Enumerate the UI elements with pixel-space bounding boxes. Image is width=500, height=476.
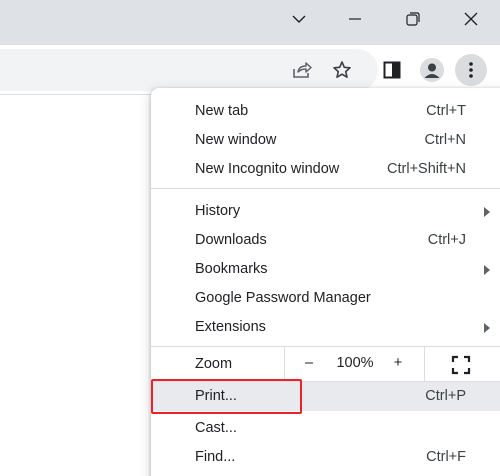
menu-item-shortcut: Ctrl+T xyxy=(426,103,466,119)
zoom-control: – 100% + xyxy=(284,347,425,381)
profile-button[interactable] xyxy=(416,54,448,86)
menu-item-shortcut: Ctrl+P xyxy=(425,388,466,404)
menu-item-shortcut: Ctrl+N xyxy=(424,132,467,148)
menu-item-extensions[interactable]: Extensions xyxy=(151,313,500,342)
menu-item-label: Cast... xyxy=(195,420,237,436)
menu-item-shortcut: Ctrl+J xyxy=(427,232,466,248)
more-menu-button[interactable] xyxy=(455,54,487,86)
menu-item-label: Downloads xyxy=(195,232,267,248)
bookmark-button[interactable] xyxy=(326,54,358,86)
menu-item-label: History xyxy=(195,203,241,219)
menu-item-label: Google Password Manager xyxy=(195,290,371,306)
side-panel-button[interactable] xyxy=(376,54,408,86)
bookmark-star-icon xyxy=(332,60,352,80)
fullscreen-button[interactable] xyxy=(451,355,471,375)
minimize-icon xyxy=(349,18,361,20)
menu-separator xyxy=(151,188,500,189)
menu-item-new-incognito-window[interactable]: New Incognito window Ctrl+Shift+N xyxy=(151,155,500,184)
address-bar[interactable] xyxy=(0,49,378,91)
menu-item-label: Bookmarks xyxy=(195,261,268,277)
menu-item-bookmarks[interactable]: Bookmarks xyxy=(151,255,500,284)
chevron-down-icon xyxy=(292,15,306,24)
zoom-level: 100% xyxy=(336,355,374,371)
zoom-in-button[interactable]: + xyxy=(390,355,406,371)
menu-item-history[interactable]: History xyxy=(151,197,500,226)
tab-search-button[interactable] xyxy=(271,0,327,38)
menu-item-shortcut: Ctrl+F xyxy=(426,449,466,465)
menu-item-label: Find... xyxy=(195,449,236,465)
zoom-out-button[interactable]: – xyxy=(301,355,317,371)
submenu-arrow-icon xyxy=(484,207,490,217)
fullscreen-icon xyxy=(451,355,471,379)
restore-icon xyxy=(406,12,420,26)
submenu-arrow-icon xyxy=(484,265,490,275)
menu-item-shortcut: Ctrl+Shift+N xyxy=(387,161,466,177)
restore-button[interactable] xyxy=(385,0,441,38)
menu-item-password-manager[interactable]: Google Password Manager xyxy=(151,284,500,313)
minimize-button[interactable] xyxy=(327,0,383,38)
highlight-box xyxy=(151,379,302,414)
side-panel-icon xyxy=(383,61,401,79)
menu-item-new-tab[interactable]: New tab Ctrl+T xyxy=(151,97,500,126)
profile-icon xyxy=(420,58,444,82)
menu-item-label: Extensions xyxy=(195,319,266,335)
submenu-arrow-icon xyxy=(484,323,490,333)
menu-item-downloads[interactable]: Downloads Ctrl+J xyxy=(151,226,500,255)
menu-item-label: New tab xyxy=(195,103,249,119)
menu-item-new-window[interactable]: New window Ctrl+N xyxy=(151,126,500,155)
share-icon xyxy=(292,61,312,79)
menu-item-cast[interactable]: Cast... xyxy=(151,414,500,443)
menu-item-label: New Incognito window xyxy=(195,161,340,177)
share-button[interactable] xyxy=(286,54,318,86)
chrome-menu: New tab Ctrl+T New window Ctrl+N New Inc… xyxy=(151,88,500,476)
menu-item-label: New window xyxy=(195,132,277,148)
close-button[interactable] xyxy=(443,0,499,38)
zoom-label: Zoom xyxy=(195,356,233,372)
zoom-row: Zoom – 100% + xyxy=(151,347,500,381)
more-menu-icon xyxy=(469,62,473,78)
close-icon xyxy=(464,12,478,26)
title-bar xyxy=(0,0,500,45)
menu-item-find[interactable]: Find... Ctrl+F xyxy=(151,443,500,472)
